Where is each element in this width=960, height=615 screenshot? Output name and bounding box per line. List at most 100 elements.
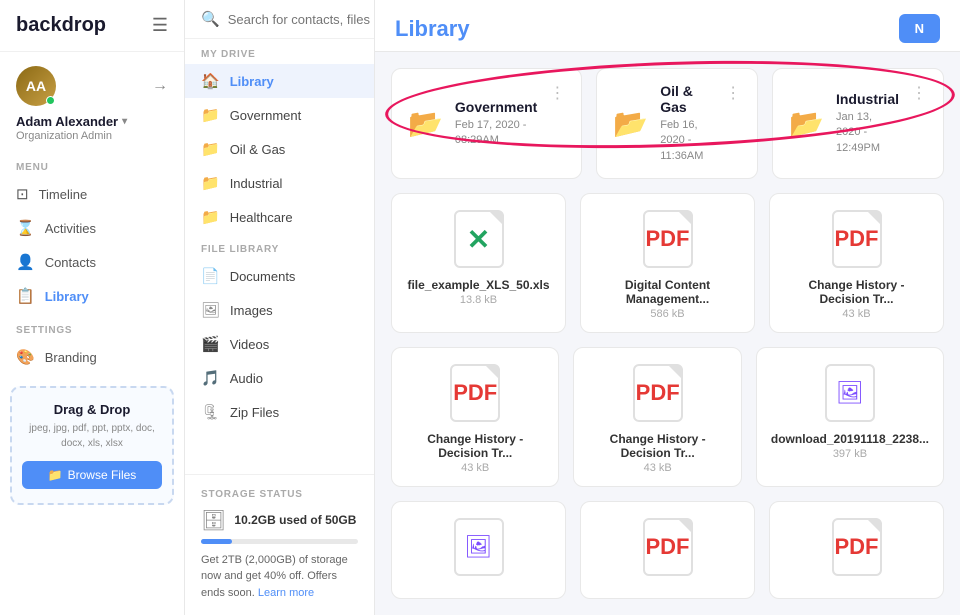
folder-icon: 📁 [201,106,220,124]
folder-row: 📂 Government Feb 17, 2020 -08:29AM ⋮ 📂 O… [391,68,944,179]
file-card-pdf-1[interactable]: PDF Digital Content Management... 586 kB [580,193,755,333]
img-icon: 🖼 [454,518,504,576]
mid-nav-healthcare[interactable]: 📁 Healthcare [185,200,374,234]
settings-label: SETTINGS [0,313,184,340]
file-name: file_example_XLS_50.xls [407,278,549,292]
avatar-initials: AA [26,78,46,94]
file-card-pdf-2[interactable]: PDF Change History - Decision Tr... 43 k… [769,193,944,333]
file-size: 43 kB [842,308,870,320]
file-card-pdf-3[interactable]: PDF Change History - Decision Tr... 43 k… [391,347,559,487]
menu-label: MENU [0,152,184,177]
file-size: 43 kB [644,462,672,474]
images-icon: 🖼 [201,301,220,319]
file-name: Change History - Decision Tr... [406,432,544,460]
learn-more-link[interactable]: Learn more [258,587,314,599]
file-card-pdf-4[interactable]: PDF Change History - Decision Tr... 43 k… [573,347,741,487]
mid-nav-industrial[interactable]: 📁 Industrial [185,166,374,200]
pdf-icon: PDF [633,364,683,422]
folder-card-oil-gas[interactable]: 📂 Oil & Gas Feb 16, 2020 -11:36AM ⋮ [596,68,758,179]
mid-nav-oil-gas[interactable]: 📁 Oil & Gas [185,132,374,166]
search-input[interactable] [228,12,375,27]
storage-promo: Get 2TB (2,000GB) of storage now and get… [201,552,358,602]
files-grid: 📂 Government Feb 17, 2020 -08:29AM ⋮ 📂 O… [375,52,960,615]
user-name: Adam Alexander ▾ [16,114,168,129]
my-drive-label: MY DRIVE [185,39,374,64]
hamburger-icon[interactable]: ☰ [152,15,168,36]
folder-menu-icon[interactable]: ⋮ [911,83,927,103]
folder-card-icon: 📂 [613,107,648,140]
file-card-pdf-5[interactable]: PDF [580,501,755,599]
drag-drop-title: Drag & Drop [22,402,162,417]
xls-icon: ✕ [454,210,504,268]
file-icon-area: PDF [832,518,882,576]
library-icon: 📋 [16,287,35,305]
pdf-icon: PDF [450,364,500,422]
folder-card-government[interactable]: 📂 Government Feb 17, 2020 -08:29AM ⋮ [391,68,582,179]
sidebar-item-contacts[interactable]: 👤 Contacts [0,245,184,279]
file-icon-area: 🖼 [454,518,504,576]
folder-menu-icon[interactable]: ⋮ [725,83,741,103]
sidebar-item-library[interactable]: 📋 Library [0,279,184,313]
avatar: AA [16,66,56,106]
file-icon-area: PDF [643,210,693,268]
storage-section: STORAGE STATUS 🗄 10.2GB used of 50GB Get… [185,474,374,615]
pdf-icon: PDF [832,210,882,268]
sidebar-item-timeline[interactable]: ⊡ Timeline [0,177,184,211]
sidebar-item-activities[interactable]: ⌛ Activities [0,211,184,245]
file-size: 43 kB [461,462,489,474]
mid-nav-library[interactable]: 🏠 Library [185,64,374,98]
storage-used: 10.2GB used of 50GB [234,513,356,527]
file-card-img-2[interactable]: 🖼 [391,501,566,599]
main-header: Library N [375,0,960,52]
mid-nav-zip[interactable]: 🗜 Zip Files [185,395,374,429]
folder-card-icon: 📂 [789,107,824,140]
folder-card-icon: 📂 [408,107,443,140]
branding-icon: 🎨 [16,348,35,366]
folder-menu-icon[interactable]: ⋮ [549,83,565,103]
file-card-pdf-6[interactable]: PDF [769,501,944,599]
left-sidebar: backdrop ☰ AA → Adam Alexander ▾ Organiz… [0,0,185,615]
file-icon-area: PDF [643,518,693,576]
storage-label: STORAGE STATUS [201,489,358,500]
activities-icon: ⌛ [16,219,35,237]
app-logo: backdrop [16,14,106,37]
file-card-xls[interactable]: ✕ file_example_XLS_50.xls 13.8 kB [391,193,566,333]
online-dot [46,96,55,105]
storage-info: 🗄 10.2GB used of 50GB [201,508,358,533]
folder-icon: 📁 [201,174,220,192]
folder-date: Feb 17, 2020 -08:29AM [455,118,537,149]
file-name: Change History - Decision Tr... [588,432,726,460]
file-icon-area: PDF [633,364,683,422]
folder-icon: 📁 [201,140,220,158]
user-role: Organization Admin [16,130,168,142]
storage-bar-bg [201,539,358,544]
chevron-down-icon[interactable]: ▾ [122,116,127,127]
mid-nav-images[interactable]: 🖼 Images [185,293,374,327]
timeline-icon: ⊡ [16,185,29,203]
mid-nav-documents[interactable]: 📄 Documents [185,259,374,293]
file-card-img[interactable]: 🖼 download_20191118_2238... 397 kB [756,347,944,487]
folder-name: Industrial [836,91,899,107]
browse-files-button[interactable]: 📁 Browse Files [22,461,162,489]
folder-card-info: Oil & Gas Feb 16, 2020 -11:36AM [660,83,713,164]
mid-nav-audio[interactable]: 🎵 Audio [185,361,374,395]
folder-name: Oil & Gas [660,83,713,115]
mid-nav-videos[interactable]: 🎬 Videos [185,327,374,361]
sidebar-item-branding[interactable]: 🎨 Branding [0,340,184,374]
zip-icon: 🗜 [201,403,220,421]
drag-drop-box: Drag & Drop jpeg, jpg, pdf, ppt, pptx, d… [10,386,174,505]
pdf-icon: PDF [832,518,882,576]
contacts-icon: 👤 [16,253,35,271]
page-title: Library [395,16,470,42]
search-bar: 🔍 [185,0,374,39]
signout-icon[interactable]: → [152,77,168,95]
storage-icon: 🗄 [201,508,226,533]
new-button[interactable]: N [899,14,940,43]
user-section: AA → Adam Alexander ▾ Organization Admin [0,52,184,152]
folder-card-industrial[interactable]: 📂 Industrial Jan 13, 2020 -12:49PM ⋮ [772,68,944,179]
file-size: 13.8 kB [460,294,497,306]
drag-drop-formats: jpeg, jpg, pdf, ppt, pptx, doc, docx, xl… [22,421,162,451]
mid-nav-government[interactable]: 📁 Government [185,98,374,132]
files-row-1: ✕ file_example_XLS_50.xls 13.8 kB PDF Di… [391,193,944,333]
file-icon-area: ✕ [454,210,504,268]
